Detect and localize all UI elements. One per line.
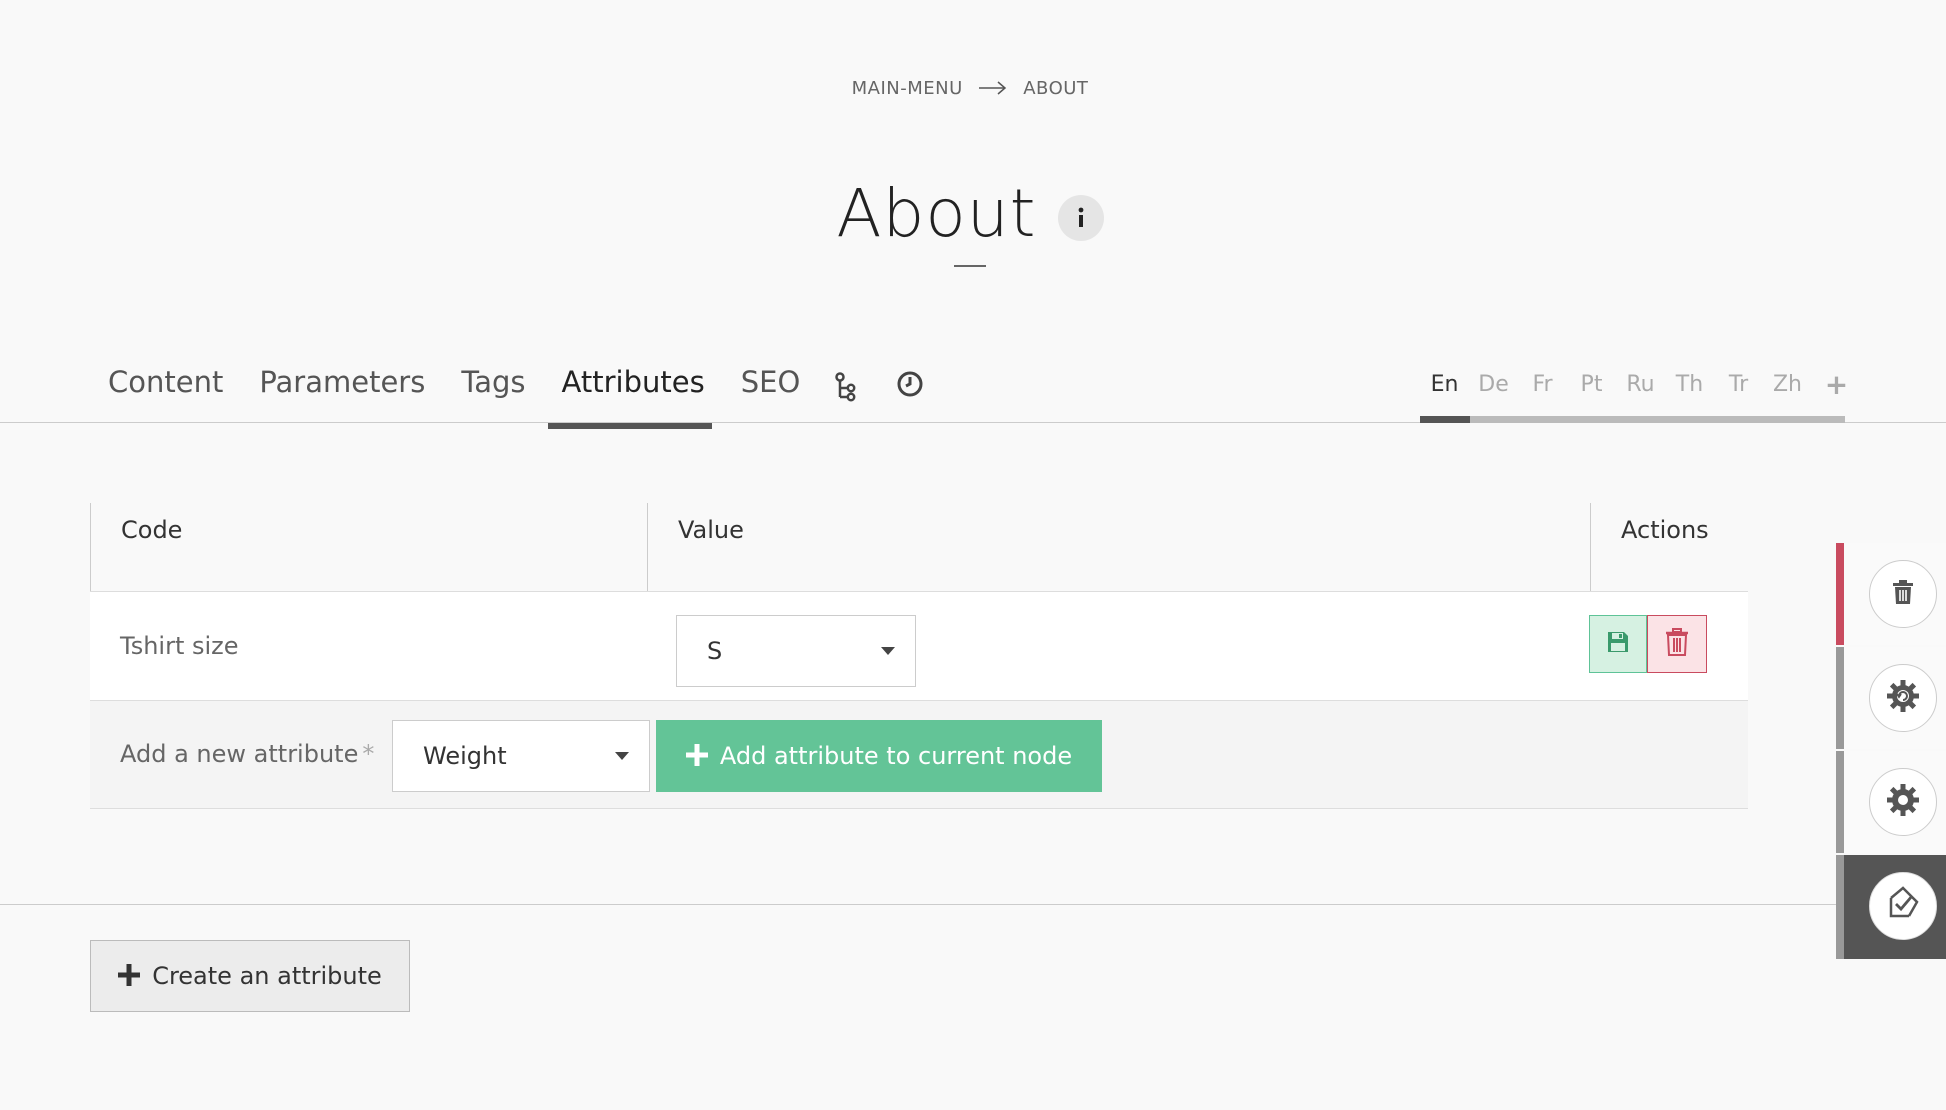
side-settings-action [1836,751,1946,853]
side-settings-button[interactable] [1869,768,1937,836]
chevron-down-icon [881,647,895,655]
delete-attribute-button[interactable] [1647,615,1707,673]
language-bar [1420,416,1845,423]
side-delete-button[interactable] [1869,560,1937,628]
attributes-table: Code Value Actions Tshirt size S Add a n… [90,503,1748,809]
arrow-right-icon [978,79,1007,100]
new-attribute-select[interactable]: Weight [392,720,650,792]
trash-icon [1892,579,1914,609]
create-attribute-label: Create an attribute [152,962,382,990]
side-delete-action [1836,543,1946,645]
tab-attributes[interactable]: Attributes [562,365,705,399]
lang-th[interactable]: Th [1665,372,1714,397]
page-title: About [836,175,1037,252]
add-language-button[interactable]: + [1812,368,1861,401]
publish-check-icon [1885,886,1921,926]
plus-icon [118,959,141,994]
save-attribute-button[interactable] [1589,615,1647,673]
lang-ru[interactable]: Ru [1616,372,1665,397]
trash-icon [1665,628,1689,660]
tab-seo[interactable]: SEO [741,365,801,399]
lang-tr[interactable]: Tr [1714,372,1763,397]
table-row: Tshirt size S [90,592,1748,701]
gear-refresh-icon [1886,679,1920,717]
save-icon [1606,630,1630,658]
lang-fr[interactable]: Fr [1518,372,1567,397]
side-publish-button[interactable] [1869,872,1937,940]
tab-bar: Content Parameters Tags Attributes SEO [108,362,836,402]
active-language-indicator [1420,416,1470,423]
side-reset-settings-action [1836,647,1946,749]
column-header-actions: Actions [1590,503,1748,591]
new-attribute-selected: Weight [423,742,507,770]
column-header-code: Code [90,503,647,591]
history-icon[interactable] [896,370,924,402]
breadcrumb: MAIN-MENU ABOUT [0,78,1940,100]
lang-de[interactable]: De [1469,372,1518,397]
title-area: About [0,175,1940,252]
active-tab-indicator [548,422,712,429]
section-divider [0,904,1840,905]
attribute-value-selected: S [707,637,723,665]
tree-icon[interactable] [834,372,860,406]
breadcrumb-current: ABOUT [1023,78,1089,99]
column-header-value: Value [647,503,1590,591]
add-attribute-label-text: Add a new attribute [120,740,359,768]
side-publish-action [1836,855,1946,959]
side-reset-settings-button[interactable] [1869,664,1937,732]
create-attribute-button[interactable]: Create an attribute [90,940,410,1012]
attribute-code: Tshirt size [120,632,239,660]
language-switcher: En De Fr Pt Ru Th Tr Zh + [1420,368,1861,401]
lang-zh[interactable]: Zh [1763,372,1812,397]
add-attribute-label: Add a new attribute * [120,701,374,807]
tab-parameters[interactable]: Parameters [259,365,425,399]
add-attribute-row: Add a new attribute * Weight Add attribut… [90,701,1748,809]
lang-en[interactable]: En [1420,372,1469,397]
required-mark: * [362,740,375,768]
table-header: Code Value Actions [90,503,1748,592]
tab-content[interactable]: Content [108,365,223,399]
title-underline [954,265,986,267]
plus-icon [685,739,708,774]
chevron-down-icon [615,752,629,760]
info-icon[interactable] [1057,194,1104,241]
add-attribute-button-label: Add attribute to current node [719,742,1073,770]
breadcrumb-parent[interactable]: MAIN-MENU [852,78,963,99]
attribute-value-select[interactable]: S [676,615,916,687]
tab-tags[interactable]: Tags [461,365,525,399]
gear-icon [1886,783,1920,821]
lang-pt[interactable]: Pt [1567,372,1616,397]
add-attribute-button[interactable]: Add attribute to current node [656,720,1102,792]
